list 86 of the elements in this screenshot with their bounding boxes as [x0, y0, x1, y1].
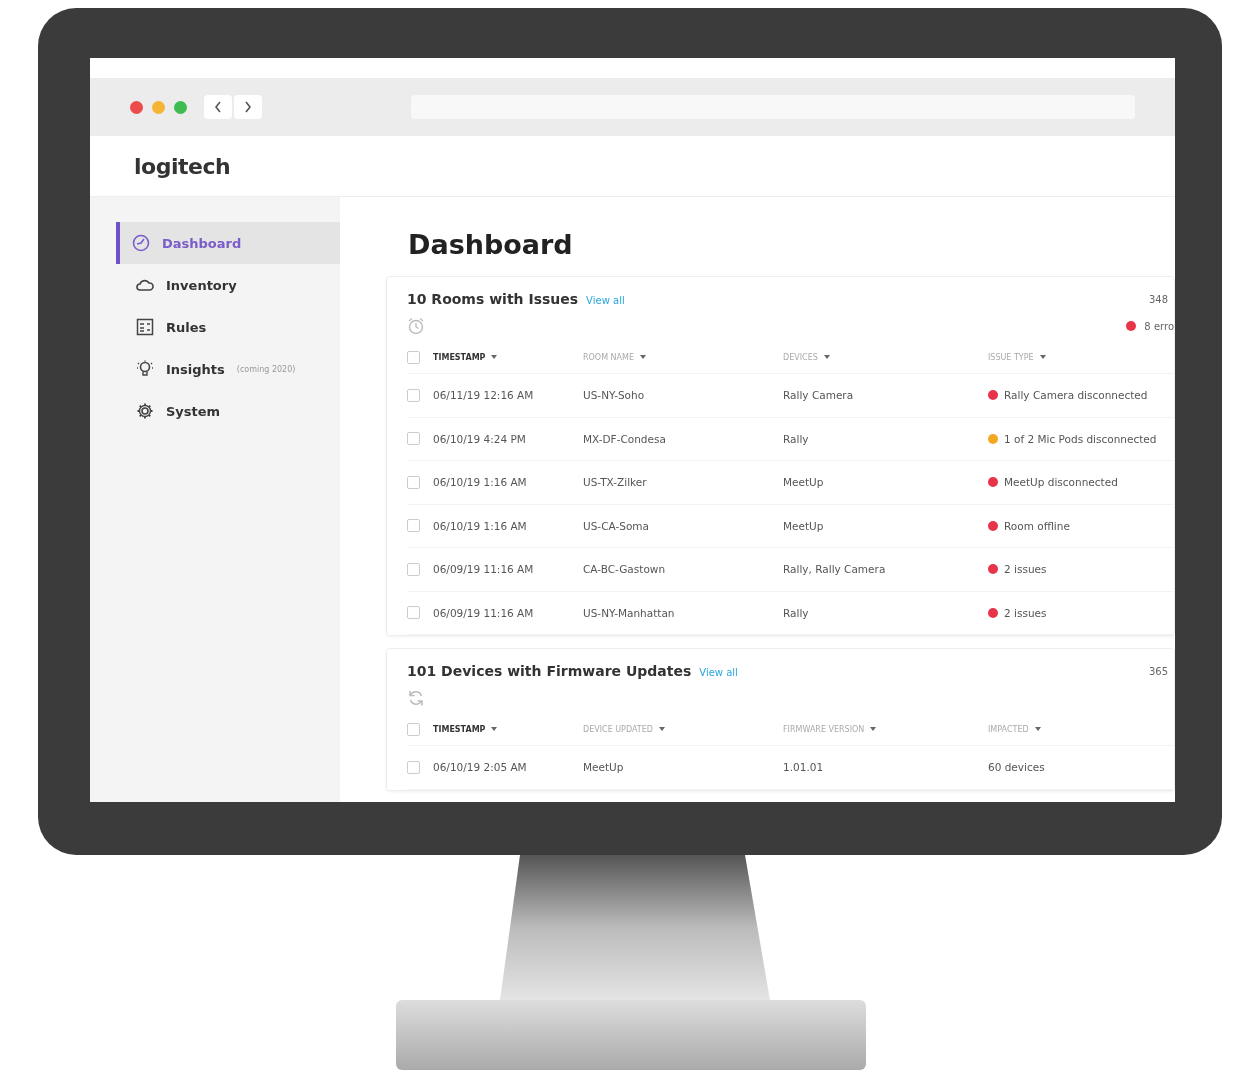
table-cell: MX-DF-Condesa — [583, 432, 666, 445]
checkbox[interactable] — [407, 722, 420, 736]
checkbox[interactable] — [407, 388, 420, 402]
count-text: 348 — [1148, 293, 1168, 305]
table-cell: 06/09/19 11:16 AM — [433, 606, 534, 619]
gauge-icon — [132, 234, 150, 252]
column-header[interactable]: DEVICES — [783, 352, 818, 362]
table-cell: Rally, Rally Camera — [783, 563, 886, 576]
caret-icon — [491, 727, 498, 731]
chevron-left-icon — [214, 101, 222, 113]
table-cell: 60 devices — [988, 761, 1045, 774]
caret-icon — [823, 355, 830, 359]
settings-icon — [136, 402, 154, 420]
sidebar-item[interactable]: Dashboard — [116, 222, 340, 264]
caret-icon — [658, 727, 665, 731]
page-title: Dashboard — [408, 229, 574, 260]
column-header[interactable]: ROOM NAME — [583, 352, 634, 362]
table-cell: CA-BC-Gastown — [583, 563, 666, 576]
table-cell: 06/09/19 11:16 AM — [433, 563, 534, 576]
table-cell: Rally Camera disconnected — [1004, 389, 1148, 402]
checkbox[interactable] — [407, 519, 420, 533]
table-cell: 1.01.01 — [783, 761, 824, 774]
table-cell: US-TX-Zilker — [583, 476, 647, 489]
sidebar-item-label: Rules — [166, 319, 207, 335]
table-cell: 06/10/19 4:24 PM — [433, 432, 526, 445]
table-cell: 06/10/19 2:05 AM — [433, 761, 527, 774]
table-cell: MeetUp disconnected — [1004, 476, 1118, 489]
sidebar-item-label: Inventory — [166, 277, 237, 293]
table-cell: MeetUp — [783, 519, 824, 532]
forward-button[interactable] — [234, 95, 262, 119]
chevron-right-icon — [244, 101, 252, 113]
table-cell: Rally Camera — [783, 389, 854, 402]
count-text: 365 — [1148, 665, 1168, 677]
card-title: 10 Rooms with Issues — [407, 291, 579, 307]
table-cell: MeetUp — [583, 761, 624, 774]
table-cell: 2 issues — [1004, 606, 1047, 619]
close-window-dot[interactable] — [130, 100, 143, 114]
list-board-icon — [136, 318, 154, 336]
table-cell: MeetUp — [783, 476, 824, 489]
table-cell: US-NY-Soho — [583, 389, 645, 402]
checkbox[interactable] — [407, 562, 420, 576]
checkbox[interactable] — [407, 350, 420, 364]
column-header[interactable]: TIMESTAMP — [433, 724, 486, 734]
column-header[interactable]: ISSUE TYPE — [988, 352, 1034, 362]
caret-icon — [870, 727, 877, 731]
table-cell: US-NY-Manhattan — [583, 606, 675, 619]
column-header[interactable]: TIMESTAMP — [433, 352, 486, 362]
lightbulb-icon — [136, 360, 154, 378]
table-cell: 06/11/19 12:16 AM — [433, 389, 534, 402]
sidebar-item-label: Dashboard — [162, 235, 242, 251]
back-button[interactable] — [204, 95, 232, 119]
table-cell: 2 issues — [1004, 563, 1047, 576]
table-cell: Rally — [783, 606, 809, 619]
column-header[interactable]: IMPACTED — [988, 724, 1029, 734]
table-cell: US-CA-Soma — [583, 519, 649, 532]
sidebar-item[interactable]: Inventory — [116, 264, 340, 306]
logo: logitech — [134, 153, 231, 179]
table-cell: Rally — [783, 432, 809, 445]
table-cell: 1 of 2 Mic Pods disconnected — [1004, 432, 1157, 445]
caret-icon — [491, 355, 498, 359]
sidebar-item[interactable]: System — [116, 390, 340, 432]
maximize-window-dot[interactable] — [174, 100, 187, 114]
checkbox[interactable] — [407, 475, 420, 489]
column-header[interactable]: DEVICE UPDATED — [583, 724, 653, 734]
caret-icon — [640, 355, 646, 359]
table-cell: 06/10/19 1:16 AM — [433, 476, 527, 489]
checkbox[interactable] — [407, 760, 420, 774]
alarm-clock-icon — [407, 317, 425, 335]
caret-icon — [1034, 727, 1041, 731]
refresh-icon — [407, 689, 425, 707]
sidebar-item-label: System — [166, 403, 221, 419]
table-cell: 06/10/19 1:16 AM — [433, 519, 527, 532]
column-header[interactable]: FIRMWARE VERSION — [783, 724, 865, 734]
sidebar-item[interactable]: Insights (coming 2020) — [116, 348, 340, 390]
view-all-link[interactable]: View all — [586, 295, 625, 306]
caret-icon — [1039, 355, 1046, 359]
card-title: 101 Devices with Firmware Updates — [407, 663, 692, 679]
coming-soon-note: (coming 2020) — [236, 364, 296, 374]
error-count: 8 erro — [1144, 320, 1174, 332]
checkbox[interactable] — [407, 606, 420, 620]
view-all-link[interactable]: View all — [699, 667, 738, 678]
checkbox[interactable] — [407, 432, 420, 446]
sidebar-item[interactable]: Rules — [116, 306, 340, 348]
minimize-window-dot[interactable] — [152, 100, 165, 114]
sidebar-item-label: Insights — [166, 361, 225, 377]
table-cell: Room offline — [1004, 519, 1070, 532]
